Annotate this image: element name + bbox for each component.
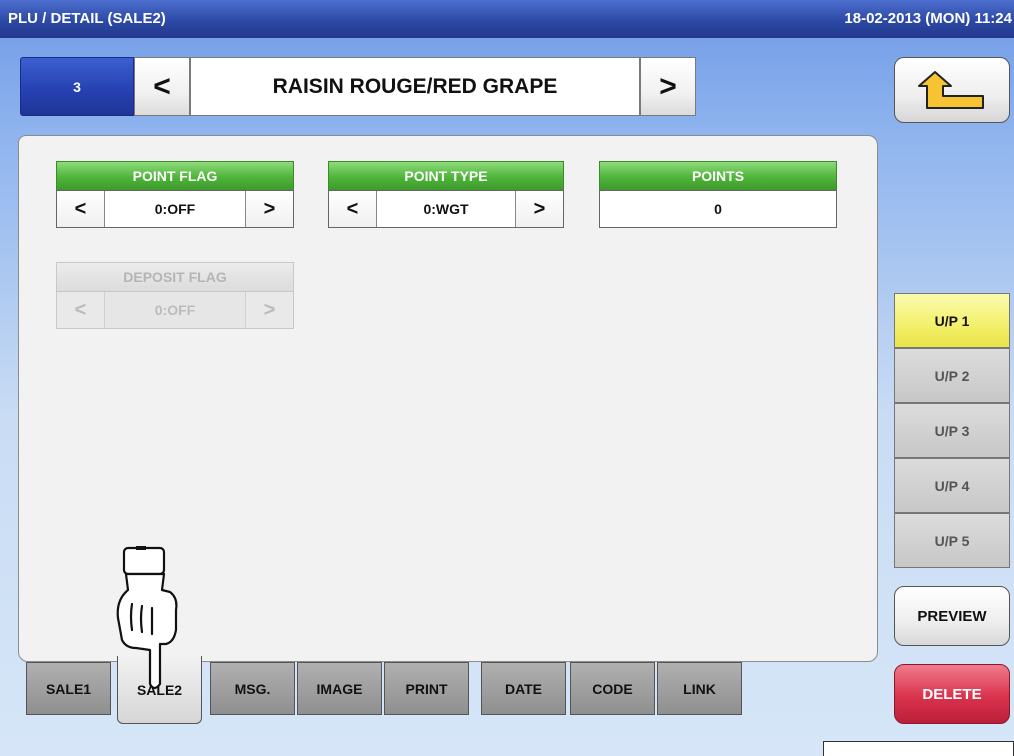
tab-date[interactable]: DATE xyxy=(481,662,566,715)
tab-sale2[interactable]: SALE2 xyxy=(117,656,202,724)
tab-link[interactable]: LINK xyxy=(657,662,742,715)
screen-title: PLU / DETAIL (SALE2) xyxy=(8,10,166,27)
unit-price-2-button[interactable]: U/P 2 xyxy=(894,348,1010,403)
tab-print[interactable]: PRINT xyxy=(384,662,469,715)
deposit-flag-prev-button: < xyxy=(57,292,105,328)
point-flag-next-button[interactable]: > xyxy=(245,191,293,227)
points-value[interactable]: 0 xyxy=(600,191,836,227)
tab-msg[interactable]: MSG. xyxy=(210,662,295,715)
tab-image[interactable]: IMAGE xyxy=(297,662,382,715)
point-flag-value[interactable]: 0:OFF xyxy=(105,191,245,227)
deposit-flag-field: DEPOSIT FLAG < 0:OFF > xyxy=(56,262,294,329)
product-name: RAISIN ROUGE/RED GRAPE xyxy=(190,57,640,116)
point-flag-label: POINT FLAG xyxy=(56,161,294,190)
plu-number[interactable]: 3 xyxy=(20,57,134,116)
tab-code[interactable]: CODE xyxy=(570,662,655,715)
next-plu-button[interactable]: > xyxy=(640,57,696,116)
return-arrow-icon xyxy=(918,71,984,109)
unit-price-4-button[interactable]: U/P 4 xyxy=(894,458,1010,513)
prev-plu-button[interactable]: < xyxy=(134,57,190,116)
points-label: POINTS xyxy=(599,161,837,190)
point-flag-field: POINT FLAG < 0:OFF > xyxy=(56,161,294,228)
back-button[interactable] xyxy=(894,57,1010,123)
unit-price-5-button[interactable]: U/P 5 xyxy=(894,513,1010,568)
datetime-display: 18-02-2013 (MON) 11:24 xyxy=(844,10,1012,27)
point-type-next-button[interactable]: > xyxy=(515,191,563,227)
deposit-flag-value: 0:OFF xyxy=(154,302,196,318)
point-flag-prev-button[interactable]: < xyxy=(57,191,105,227)
point-type-field: POINT TYPE < 0:WGT > xyxy=(328,161,564,228)
status-box xyxy=(823,741,1014,756)
point-type-label: POINT TYPE xyxy=(328,161,564,190)
deposit-flag-label: DEPOSIT FLAG xyxy=(56,262,294,291)
delete-button[interactable]: DELETE xyxy=(894,664,1010,724)
point-type-prev-button[interactable]: < xyxy=(329,191,377,227)
deposit-flag-next-button: > xyxy=(245,292,293,328)
tab-sale1[interactable]: SALE1 xyxy=(26,662,111,715)
detail-panel: POINT FLAG < 0:OFF > POINT TYPE < 0:WGT … xyxy=(18,135,878,662)
title-bar: PLU / DETAIL (SALE2) 18-02-2013 (MON) 11… xyxy=(0,0,1014,38)
preview-button[interactable]: PREVIEW xyxy=(894,586,1010,646)
points-field: POINTS 0 xyxy=(599,161,837,228)
unit-price-1-button[interactable]: U/P 1 xyxy=(894,293,1010,348)
point-type-value[interactable]: 0:WGT xyxy=(377,191,515,227)
unit-price-3-button[interactable]: U/P 3 xyxy=(894,403,1010,458)
